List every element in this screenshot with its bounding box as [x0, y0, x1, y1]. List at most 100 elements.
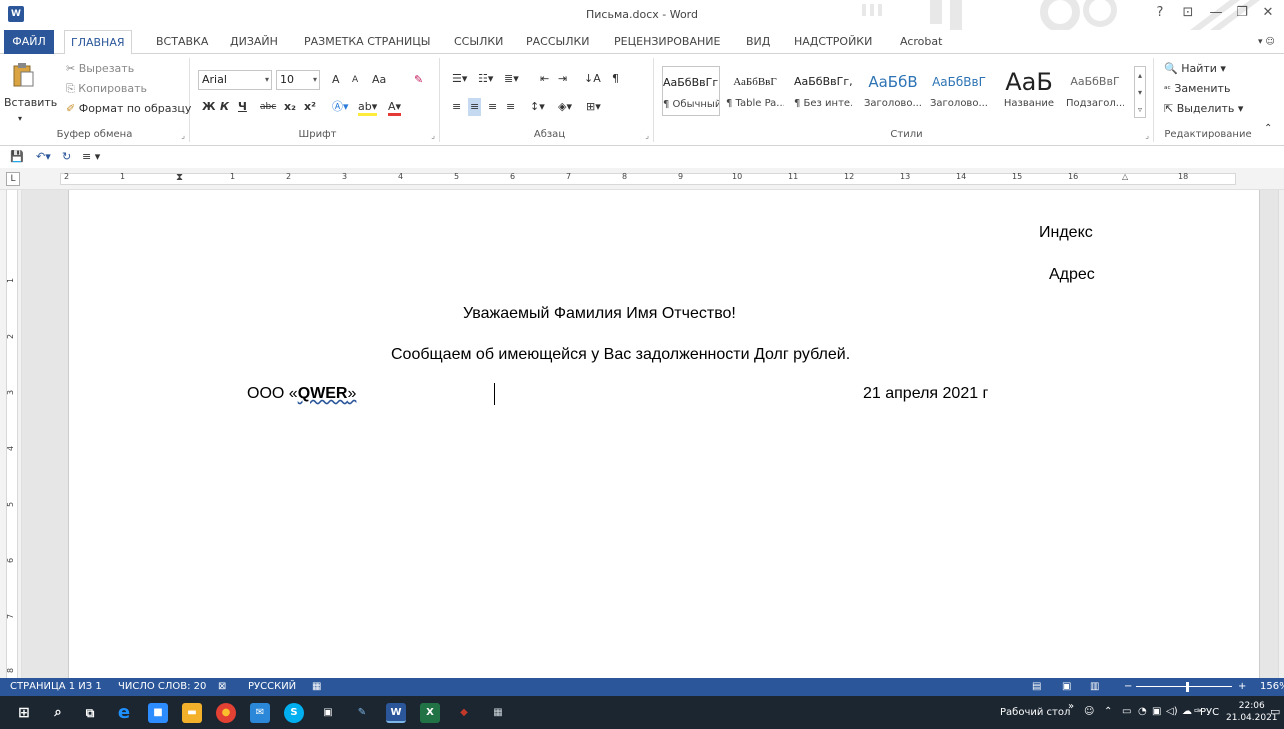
grow-font-button[interactable]: A: [332, 71, 340, 89]
shading-icon[interactable]: ◈▾: [558, 98, 572, 116]
proofing-icon[interactable]: ⊠: [218, 678, 226, 696]
taskbar-app-edge[interactable]: e: [114, 703, 134, 723]
align-right-icon[interactable]: ≡: [488, 98, 497, 116]
bold-button[interactable]: Ж: [202, 98, 215, 116]
taskbar-app-mail[interactable]: ✉: [250, 703, 270, 723]
style-title[interactable]: АаБ Название: [1000, 66, 1058, 116]
align-left-icon[interactable]: ≡: [452, 98, 461, 116]
battery-icon[interactable]: ▭: [1122, 706, 1131, 717]
show-marks-button[interactable]: ¶: [612, 70, 619, 88]
font-name-combo[interactable]: Arial ▾: [198, 70, 272, 90]
borders-icon[interactable]: ⊞▾: [586, 98, 601, 116]
minimize-button[interactable]: —: [1204, 4, 1228, 22]
account-avatar[interactable]: ▾ ☺: [1252, 30, 1281, 54]
taskbar-app-red[interactable]: ◆: [454, 703, 474, 723]
help-button[interactable]: ?: [1148, 4, 1172, 22]
taskbar-app-word[interactable]: W: [386, 703, 406, 723]
font-color-icon[interactable]: A▾: [388, 98, 402, 116]
zoom-out-icon[interactable]: −: [1124, 678, 1132, 696]
vertical-scrollbar[interactable]: [1278, 190, 1284, 678]
customize-qat-icon[interactable]: ≡ ▾: [82, 148, 100, 166]
tab-file[interactable]: ФАЙЛ: [4, 30, 54, 54]
find-button[interactable]: 🔍 Найти ▾: [1164, 60, 1226, 78]
italic-button[interactable]: К: [220, 98, 229, 116]
style-heading-2[interactable]: АаБбВвГ Заголово...: [930, 66, 988, 116]
line-spacing-icon[interactable]: ↕▾: [530, 98, 545, 116]
style-subtitle[interactable]: АаБбВвГ Подзагол...: [1066, 66, 1124, 116]
zoom-slider[interactable]: [1136, 686, 1232, 687]
zoom-slider-thumb[interactable]: [1186, 682, 1189, 692]
recipient-address[interactable]: Адрес: [1049, 266, 1095, 284]
document-page[interactable]: Индекс Адрес Уважаемый Фамилия Имя Отчес…: [68, 190, 1260, 678]
desktop-toolbar-chevron[interactable]: »: [1068, 701, 1074, 712]
greeting-line[interactable]: Уважаемый Фамилия Имя Отчество!: [463, 305, 736, 323]
tray-overflow-icon[interactable]: ⌃: [1104, 706, 1112, 717]
cloud-icon[interactable]: ☁: [1182, 706, 1192, 717]
web-layout-icon[interactable]: ▥: [1090, 678, 1099, 696]
close-button[interactable]: ✕: [1256, 4, 1280, 22]
input-language[interactable]: РУС: [1200, 707, 1219, 718]
shrink-font-button[interactable]: A: [352, 71, 358, 89]
restore-button[interactable]: ❐: [1230, 4, 1254, 22]
desktop-toolbar[interactable]: Рабочий стол: [1000, 707, 1070, 718]
body-line[interactable]: Сообщаем об имеющейся у Вас задолженност…: [391, 346, 850, 364]
tab-references[interactable]: ССЫЛКИ: [448, 30, 509, 54]
task-view-icon[interactable]: ⧉: [80, 703, 100, 723]
align-center-icon[interactable]: ≡: [468, 98, 482, 116]
justify-icon[interactable]: ≡: [506, 98, 515, 116]
tab-view[interactable]: ВИД: [740, 30, 776, 54]
taskbar-app-chrome[interactable]: ●: [216, 703, 236, 723]
save-icon[interactable]: 💾: [10, 148, 24, 166]
read-mode-icon[interactable]: ▤: [1032, 678, 1041, 696]
windows-start-icon[interactable]: ⊞: [14, 703, 34, 723]
multilevel-list-icon[interactable]: ≣▾: [504, 70, 519, 88]
people-icon[interactable]: ☺: [1084, 706, 1094, 717]
vertical-ruler[interactable]: 1 2 3 4 5 6 7 8: [0, 190, 22, 678]
replace-button[interactable]: ᵃᶜ Заменить: [1164, 80, 1230, 98]
subscript-button[interactable]: x₂: [284, 98, 296, 116]
taskbar-app-skype[interactable]: S: [284, 703, 304, 723]
clipboard-launcher-icon[interactable]: ⌟: [181, 131, 185, 140]
collapse-ribbon-icon[interactable]: ⌃: [1264, 120, 1272, 138]
taskbar-app-excel[interactable]: X: [420, 703, 440, 723]
right-indent-marker-icon[interactable]: △: [1122, 172, 1128, 181]
sort-icon[interactable]: ↓A: [584, 70, 601, 88]
tab-addins[interactable]: НАДСТРОЙКИ: [788, 30, 878, 54]
display-icon[interactable]: ▣: [1152, 706, 1161, 717]
print-layout-icon[interactable]: ▣: [1062, 678, 1071, 696]
tab-mailings[interactable]: РАССЫЛКИ: [520, 30, 596, 54]
style-heading-1[interactable]: АаБбВ Заголово...: [864, 66, 922, 116]
tab-selector-icon[interactable]: L: [6, 172, 20, 186]
style-no-spacing[interactable]: АаБбВвГг,¶ Без инте...: [794, 66, 852, 116]
taskbar-app-store[interactable]: ▣: [318, 703, 338, 723]
taskbar-app-explorer[interactable]: ▬: [182, 703, 202, 723]
taskbar-app-zoom[interactable]: ■: [148, 703, 168, 723]
style-normal[interactable]: АаБбВвГг, ¶ Обычный: [662, 66, 720, 116]
tab-review[interactable]: РЕЦЕНЗИРОВАНИЕ: [608, 30, 726, 54]
text-effects-icon[interactable]: Ⓐ▾: [332, 98, 349, 116]
organization-line[interactable]: ООО «QWER»: [247, 385, 356, 403]
paste-icon[interactable]: [12, 62, 34, 88]
tab-acrobat[interactable]: Acrobat: [894, 30, 948, 54]
increase-indent-icon[interactable]: ⇥: [558, 70, 567, 88]
superscript-button[interactable]: x²: [304, 98, 316, 116]
paste-button[interactable]: Вставить: [4, 94, 57, 112]
page-count[interactable]: СТРАНИЦА 1 ИЗ 1: [10, 678, 102, 696]
paragraph-launcher-icon[interactable]: ⌟: [645, 131, 649, 140]
ribbon-display-options-button[interactable]: ⊡: [1176, 4, 1200, 22]
select-button[interactable]: ⇱ Выделить ▾: [1164, 100, 1243, 118]
styles-scroll-icon[interactable]: ▴ ▾ ▿: [1134, 66, 1146, 118]
style-table-paragraph[interactable]: АаБбВвГ ¶ Table Pa...: [726, 66, 784, 116]
styles-launcher-icon[interactable]: ⌟: [1145, 131, 1149, 140]
bullets-icon[interactable]: ☰▾: [452, 70, 467, 88]
tab-design[interactable]: ДИЗАЙН: [224, 30, 284, 54]
format-painter-button[interactable]: ✐ Формат по образцу: [66, 100, 191, 118]
zoom-in-icon[interactable]: +: [1238, 678, 1246, 696]
strikethrough-button[interactable]: abc: [260, 98, 276, 116]
recipient-index[interactable]: Индекс: [1039, 224, 1093, 242]
zoom-level[interactable]: 156%: [1260, 678, 1284, 696]
language-indicator[interactable]: РУССКИЙ: [248, 678, 296, 696]
horizontal-ruler[interactable]: L 2 1 ⧗ 1 2 3 4 5 6 7 8 9 10 11 12 13 14…: [0, 168, 1284, 190]
font-size-combo[interactable]: 10 ▾: [276, 70, 320, 90]
copy-button[interactable]: ⎘ Копировать: [66, 80, 147, 98]
